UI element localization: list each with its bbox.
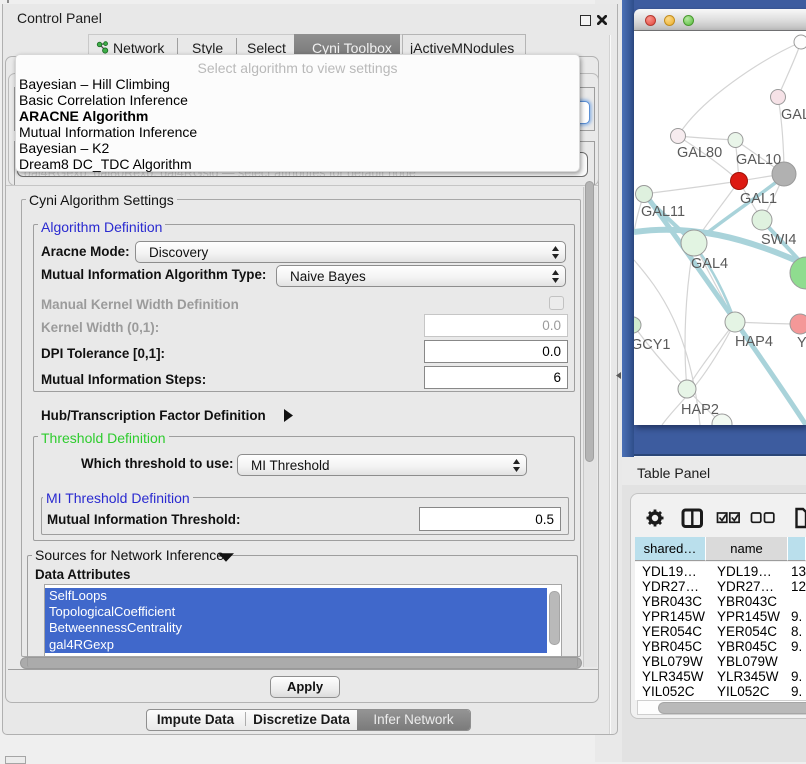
svg-text:GAL: GAL: [781, 107, 806, 123]
svg-text:HAP2: HAP2: [681, 402, 719, 418]
svg-text:GAL11: GAL11: [641, 204, 685, 220]
svg-text:GAL80: GAL80: [677, 145, 722, 161]
svg-text:SWI4: SWI4: [761, 232, 796, 248]
svg-text:GCY1: GCY1: [634, 337, 671, 353]
svg-text:HAP4: HAP4: [735, 334, 773, 350]
svg-text:GAL10: GAL10: [736, 152, 781, 168]
svg-text:Y: Y: [797, 335, 806, 351]
svg-text:GAL1: GAL1: [740, 191, 777, 207]
svg-text:GAL4: GAL4: [691, 256, 728, 272]
